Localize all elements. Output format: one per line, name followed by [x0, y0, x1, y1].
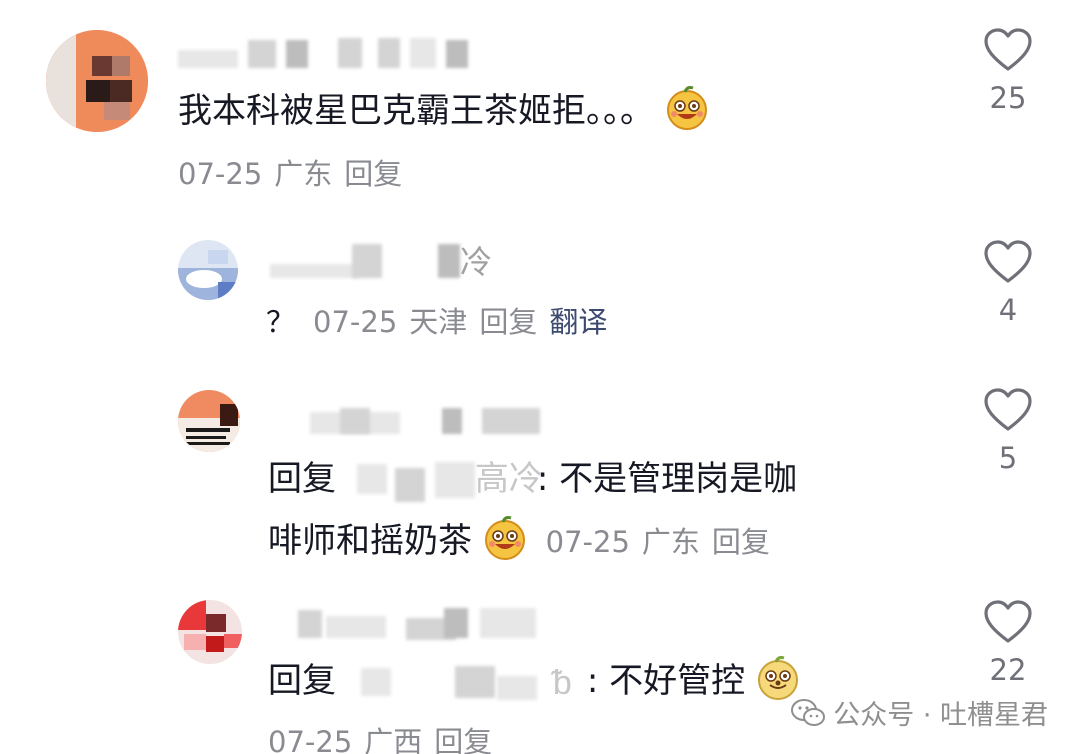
- reply-button[interactable]: 回复: [479, 305, 537, 339]
- comment-text: 我本科被星巴克霸王茶姬拒。。。: [178, 86, 709, 134]
- reply-button[interactable]: 回复: [434, 725, 492, 754]
- comment-date: 07-25: [268, 725, 353, 754]
- username-fragment: 冷: [460, 243, 493, 281]
- reply-prefix: 回复: [268, 661, 336, 701]
- translate-button[interactable]: 翻译: [549, 305, 607, 339]
- like-button[interactable]: 5: [978, 388, 1038, 476]
- comment-location: 广西: [364, 725, 423, 754]
- like-button[interactable]: 22: [978, 600, 1038, 688]
- avatar[interactable]: [46, 30, 148, 132]
- comment-date: 07-25: [178, 157, 263, 191]
- comment-location: 广东: [641, 525, 700, 559]
- reply-item: 回复 高冷 : 不是管理岗是咖 啡师和摇奶茶 07-25 广东 回复 5: [0, 370, 1080, 580]
- reply-item: 冷 ？ 07-25 天津 回复 翻译 4: [0, 200, 1080, 360]
- username[interactable]: 冷: [270, 244, 510, 280]
- comment-meta: 07-25 广西 回复: [268, 724, 504, 754]
- laughing-face-emoji-icon: [665, 86, 709, 130]
- comment-item: 我本科被星巴克霸王茶姬拒。。。 07-25 广东 回复 25: [0, 0, 1080, 200]
- like-count: 25: [989, 81, 1027, 115]
- username[interactable]: [270, 400, 570, 436]
- heart-icon: [984, 600, 1032, 643]
- like-count: 5: [998, 441, 1018, 475]
- reply-button[interactable]: 回复: [344, 157, 402, 191]
- like-button[interactable]: 25: [978, 28, 1038, 116]
- comment-date: 07-25: [545, 525, 630, 559]
- comment-meta: ？ 07-25 天津 回复 翻译: [266, 304, 619, 340]
- wechat-icon: [791, 698, 826, 726]
- username[interactable]: [270, 604, 550, 640]
- avatar[interactable]: [178, 390, 240, 452]
- comment-date: 07-25: [313, 305, 398, 339]
- laughing-face-emoji-icon: [483, 516, 527, 560]
- heart-icon: [984, 240, 1032, 283]
- avatar[interactable]: [178, 600, 242, 664]
- watermark: 公众号 · 吐槽星君: [791, 693, 1048, 732]
- username[interactable]: [178, 36, 478, 72]
- avatar[interactable]: [178, 240, 238, 300]
- heart-icon: [984, 28, 1032, 71]
- reply-button[interactable]: 回复: [712, 525, 770, 559]
- watermark-text: 公众号 · 吐槽星君: [833, 700, 1048, 731]
- comment-location: 天津: [409, 305, 468, 339]
- comment-text: ？: [266, 305, 296, 339]
- reply-prefix: 回复: [268, 459, 336, 499]
- comment-location: 广东: [274, 157, 333, 191]
- like-button[interactable]: 4: [978, 240, 1038, 328]
- comment-text: 回复 高冷 : 不是管理岗是咖 啡师和摇奶茶 07-25 广东 回复: [268, 458, 798, 561]
- heart-icon: [984, 388, 1032, 431]
- comment-text: 回复 ᵬ : 不好管控: [268, 656, 800, 704]
- comment-meta: 07-25 广东 回复: [178, 156, 414, 192]
- like-count: 4: [998, 293, 1018, 327]
- like-count: 22: [989, 653, 1027, 687]
- mention-username[interactable]: 高冷: [347, 458, 543, 502]
- mention-username[interactable]: ᵬ: [347, 660, 587, 703]
